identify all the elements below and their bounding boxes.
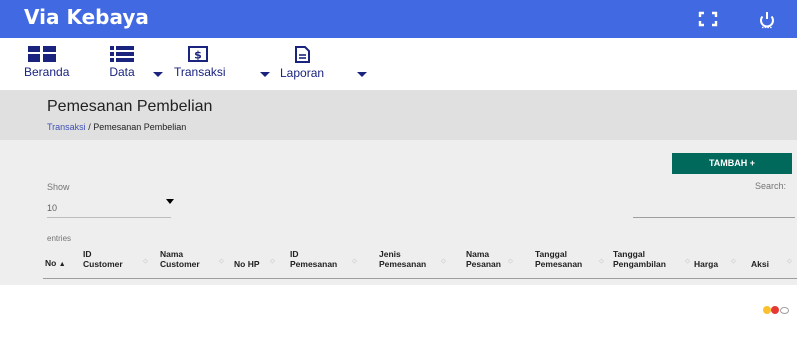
- menu-item-beranda[interactable]: Beranda: [24, 46, 69, 81]
- svg-text:$: $: [194, 49, 202, 62]
- column-header-id-pemesanan[interactable]: ID Pemesanan: [290, 249, 337, 269]
- column-header-tanggal-pengambilan[interactable]: Tanggal Pengambilan: [613, 249, 666, 269]
- page-title: Pemesanan Pembelian: [47, 98, 213, 115]
- breadcrumb-link-transaksi[interactable]: Transaksi: [47, 122, 86, 132]
- power-icon[interactable]: [756, 9, 778, 29]
- sort-icon: ⬦: [508, 258, 513, 265]
- sort-icon: ⬦: [143, 258, 148, 265]
- menu-item-laporan[interactable]: Laporan: [280, 46, 324, 82]
- money-icon: $: [188, 46, 208, 62]
- sort-icon: ⬦: [787, 258, 792, 265]
- page-size-caret-icon[interactable]: [166, 199, 174, 204]
- page-size-select[interactable]: 10: [47, 198, 171, 218]
- search-label: Search:: [755, 181, 787, 191]
- report-icon: [295, 46, 310, 63]
- red-dot-icon: [771, 306, 779, 314]
- column-header-id-customer[interactable]: ID Customer: [83, 249, 123, 269]
- column-header-tanggal-pemesanan[interactable]: Tanggal Pemesanan: [535, 249, 582, 269]
- eye-icon: [780, 307, 789, 314]
- sort-icon: ⬦: [270, 258, 275, 265]
- show-label: Show: [47, 182, 70, 192]
- menu-label-laporan: Laporan: [280, 66, 325, 80]
- column-header-nama-customer[interactable]: Nama Customer: [160, 249, 200, 269]
- menu-label-beranda: Beranda: [24, 65, 70, 79]
- table-card: TAMBAH + Show 10 Search: entries No ▲ ID…: [0, 140, 797, 285]
- top-app-bar: Via Kebaya: [0, 0, 797, 38]
- app-title: Via Kebaya: [24, 5, 149, 29]
- yellow-dot-icon: [763, 306, 771, 314]
- column-header-no-hp[interactable]: No HP: [234, 259, 260, 269]
- page-header: Pemesanan Pembelian Transaksi / Pemesana…: [0, 90, 797, 140]
- column-header-jenis-pemesanan[interactable]: Jenis Pemesanan: [379, 249, 426, 269]
- fullscreen-icon[interactable]: [697, 9, 719, 29]
- breadcrumb: Transaksi / Pemesanan Pembelian: [47, 122, 186, 132]
- breadcrumb-current: Pemesanan Pembelian: [93, 122, 187, 132]
- dashboard-icon: [28, 46, 56, 62]
- laporan-dropdown-caret-icon[interactable]: [357, 72, 367, 77]
- menu-item-transaksi[interactable]: $ Transaksi: [174, 46, 226, 81]
- sort-icon: ⬦: [352, 258, 357, 265]
- sort-icon: ⬦: [731, 258, 736, 265]
- column-header-harga[interactable]: Harga: [694, 259, 718, 269]
- sort-icon: ⬦: [599, 258, 604, 265]
- transaksi-dropdown-caret-icon[interactable]: [260, 72, 270, 77]
- add-button[interactable]: TAMBAH +: [672, 153, 792, 174]
- menu-item-data[interactable]: Data: [104, 46, 140, 81]
- column-header-aksi[interactable]: Aksi: [751, 259, 769, 269]
- main-menu: Beranda Data $ Transaksi Laporan: [0, 38, 797, 90]
- sort-icon: ⬦: [219, 258, 224, 265]
- status-indicator: [763, 306, 791, 316]
- menu-label-data: Data: [109, 65, 135, 79]
- list-icon: [110, 46, 134, 62]
- data-dropdown-caret-icon[interactable]: [153, 72, 163, 77]
- column-header-no[interactable]: No ▲: [45, 258, 66, 270]
- column-header-nama-pesanan[interactable]: Nama Pesanan: [466, 249, 501, 269]
- sort-icon: ⬦: [685, 258, 690, 265]
- menu-label-transaksi: Transaksi: [174, 65, 226, 79]
- entries-label: entries: [47, 234, 72, 243]
- search-input[interactable]: [633, 196, 795, 218]
- table-header-row: No ▲ ID Customer ⬦ Nama Customer ⬦ No HP ⬦…: [43, 245, 797, 279]
- sort-icon: ⬦: [441, 258, 446, 265]
